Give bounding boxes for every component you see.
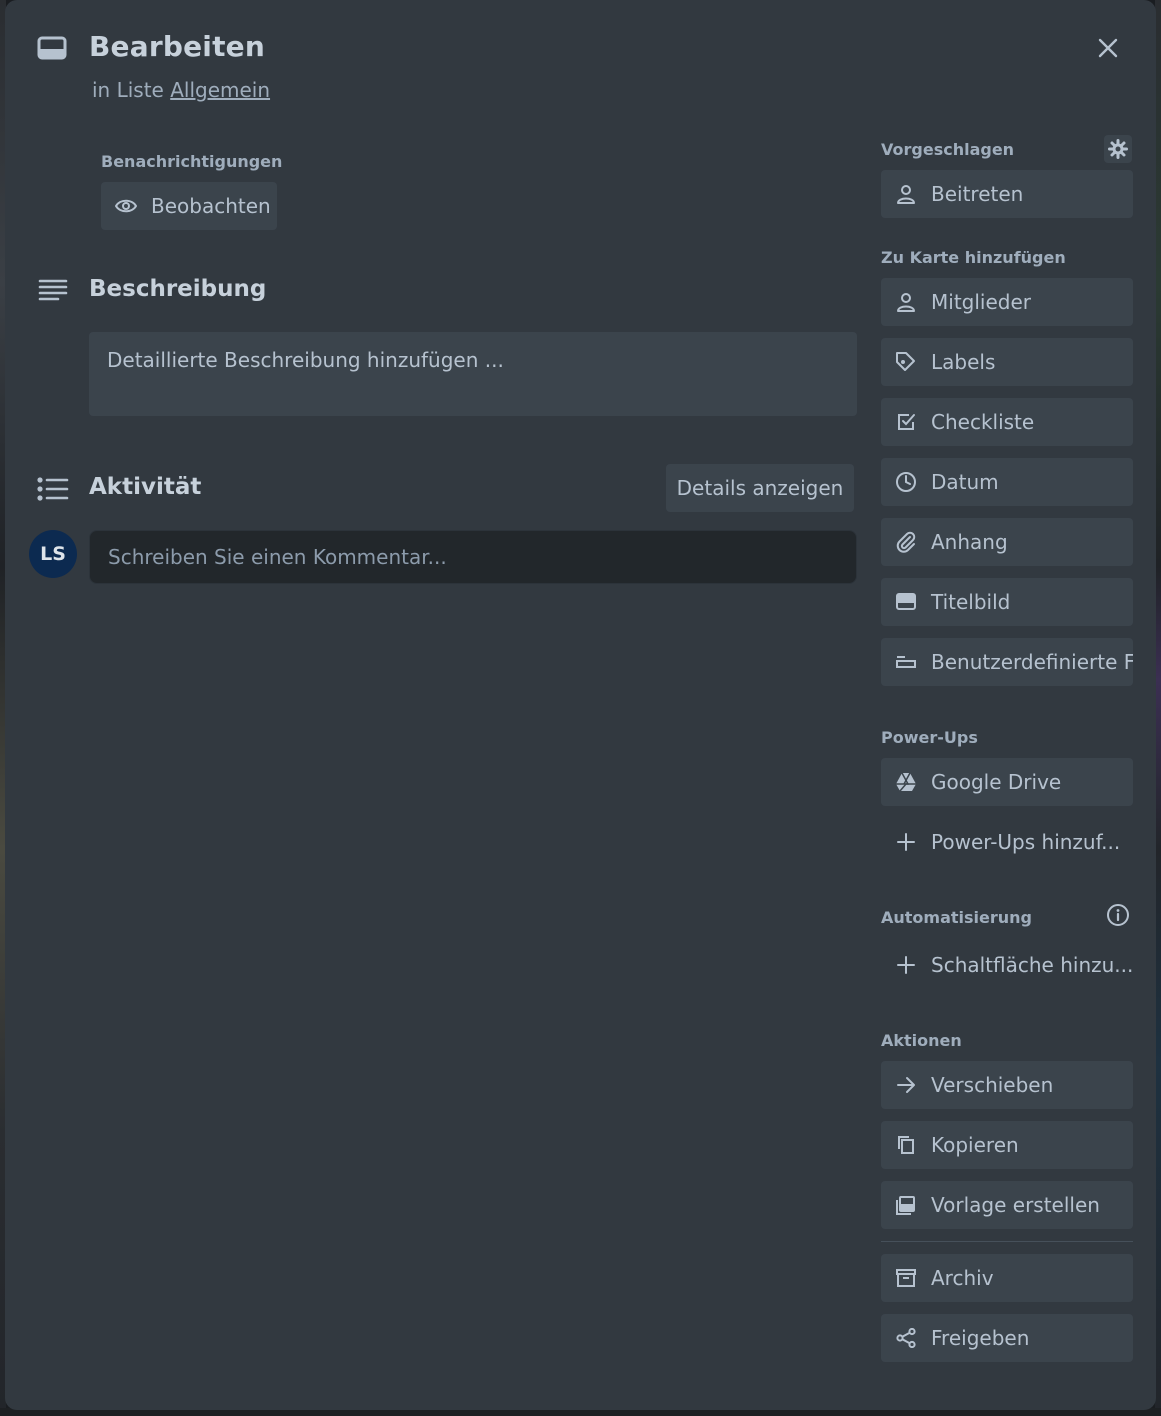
join-label: Beitreten [931,182,1024,206]
person-icon [895,183,917,205]
card-cover-icon [895,591,917,613]
google-drive-label: Google Drive [931,770,1062,794]
checklist-button[interactable]: Checkliste [881,398,1133,446]
members-button[interactable]: Mitglieder [881,278,1133,326]
share-label: Freigeben [931,1326,1030,1350]
custom-fields-label: Benutzerdefinierte F... [931,650,1133,674]
description-icon [38,278,68,302]
add-to-card-label: Zu Karte hinzufügen [881,248,1066,267]
close-icon[interactable] [1097,37,1119,59]
notifications-label: Benachrichtigungen [101,152,283,171]
paperclip-icon [895,531,917,553]
dates-label: Datum [931,470,999,494]
template-icon [895,1194,917,1216]
suggested-label: Vorgeschlagen [881,140,1015,159]
google-drive-button[interactable]: Google Drive [881,758,1133,806]
move-button[interactable]: Verschieben [881,1061,1133,1109]
eye-icon [115,195,137,217]
actions-label: Aktionen [881,1031,962,1050]
list-link[interactable]: Allgemein [170,78,270,102]
google-drive-icon [895,771,917,793]
info-icon[interactable] [1106,903,1130,927]
archive-label: Archiv [931,1266,994,1290]
description-placeholder: Detaillierte Beschreibung hinzufügen ... [107,348,504,372]
make-template-button[interactable]: Vorlage erstellen [881,1181,1133,1229]
activity-heading: Aktivität [89,474,202,500]
members-label: Mitglieder [931,290,1031,314]
powerups-label: Power-Ups [881,728,978,747]
show-details-button[interactable]: Details anzeigen [666,464,854,512]
comment-input[interactable]: Schreiben Sie einen Kommentar... [89,530,857,584]
make-template-label: Vorlage erstellen [931,1193,1100,1217]
activity-icon [37,476,69,502]
clock-icon [895,471,917,493]
automation-label: Automatisierung [881,908,1032,927]
add-powerups-button[interactable]: Power-Ups hinzuf... [881,818,1133,866]
cover-button[interactable]: Titelbild [881,578,1133,626]
avatar[interactable]: LS [29,530,77,578]
add-automation-button[interactable]: Schaltfläche hinzu... [881,941,1133,989]
attachment-button[interactable]: Anhang [881,518,1133,566]
comment-placeholder: Schreiben Sie einen Kommentar... [108,545,447,569]
labels-button[interactable]: Labels [881,338,1133,386]
share-button[interactable]: Freigeben [881,1314,1133,1362]
share-icon [895,1327,917,1349]
archive-button[interactable]: Archiv [881,1254,1133,1302]
card-detail-modal: Bearbeiten in Liste Allgemein Benachrich… [5,0,1156,1410]
dates-button[interactable]: Datum [881,458,1133,506]
watch-label: Beobachten [151,194,271,218]
cover-label: Titelbild [931,590,1011,614]
labels-label: Labels [931,350,996,374]
plus-icon [895,831,917,853]
card-title[interactable]: Bearbeiten [89,30,265,63]
tag-icon [895,351,917,373]
person-icon [895,291,917,313]
list-prefix: in Liste [92,78,164,102]
arrow-right-icon [895,1074,917,1096]
copy-label: Kopieren [931,1133,1019,1157]
watch-button[interactable]: Beobachten [101,182,277,230]
list-info: in Liste Allgemein [92,78,270,102]
plus-icon [895,954,917,976]
copy-icon [895,1134,917,1156]
custom-fields-button[interactable]: Benutzerdefinierte F... [881,638,1133,686]
attachment-label: Anhang [931,530,1008,554]
copy-button[interactable]: Kopieren [881,1121,1133,1169]
card-icon [37,36,67,62]
custom-fields-icon [895,651,917,673]
move-label: Verschieben [931,1073,1054,1097]
actions-divider [881,1241,1133,1242]
add-automation-label: Schaltfläche hinzu... [931,953,1133,977]
checkbox-icon [895,411,917,433]
description-editor[interactable]: Detaillierte Beschreibung hinzufügen ... [89,332,857,416]
add-powerups-label: Power-Ups hinzuf... [931,830,1121,854]
join-button[interactable]: Beitreten [881,170,1133,218]
gear-icon[interactable] [1104,135,1132,163]
description-heading: Beschreibung [89,276,267,302]
checklist-label: Checkliste [931,410,1035,434]
archive-icon [895,1267,917,1289]
